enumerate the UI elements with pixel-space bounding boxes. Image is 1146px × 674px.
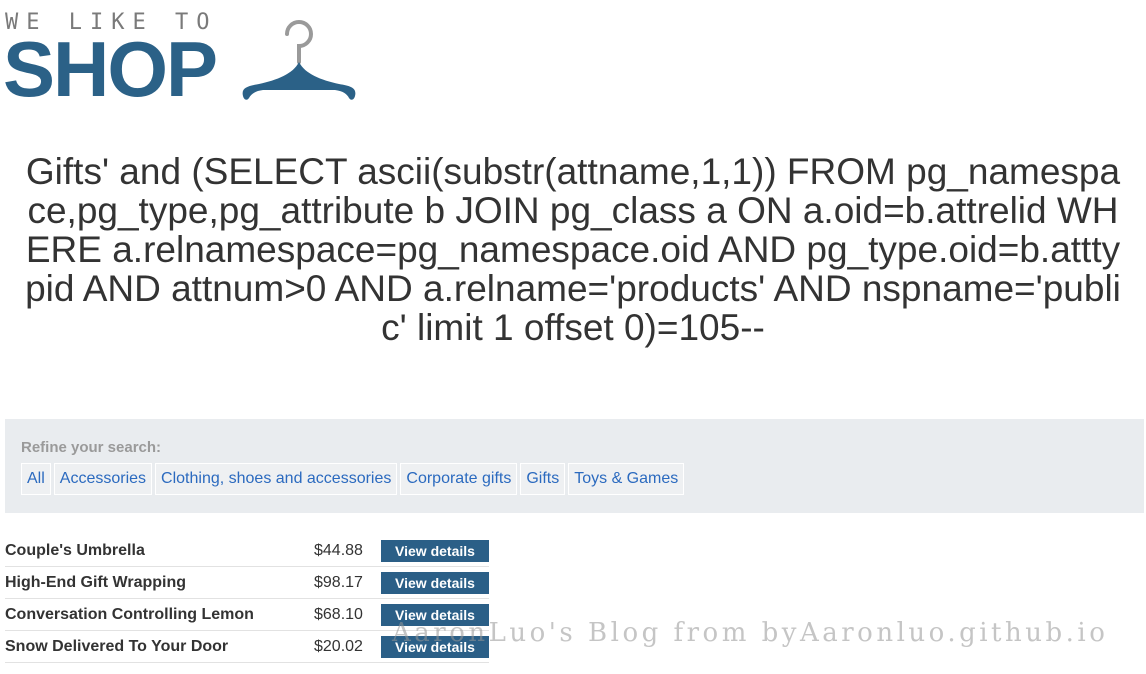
filter-panel: Refine your search: All Accessories Clot… [5, 419, 1144, 513]
clothes-hanger-icon [242, 20, 356, 100]
table-row: Snow Delivered To Your Door $20.02 View … [5, 631, 489, 663]
product-name: Couple's Umbrella [5, 541, 145, 559]
site-logo[interactable]: WE LIKE TO SHOP [3, 8, 365, 113]
watermark-text: AaronLuo's Blog from byAaronluo.github.i… [392, 618, 1109, 648]
logo-wordmark: SHOP [3, 25, 218, 113]
product-name: High-End Gift Wrapping [5, 573, 187, 591]
table-row: Couple's Umbrella $44.88 View details [5, 535, 489, 567]
product-table: Couple's Umbrella $44.88 View details Hi… [5, 535, 489, 663]
filter-link-gifts[interactable]: Gifts [520, 463, 566, 495]
filter-link-clothing[interactable]: Clothing, shoes and accessories [155, 463, 398, 495]
table-row: Conversation Controlling Lemon $68.10 Vi… [5, 599, 489, 631]
view-details-button[interactable]: View details [381, 539, 489, 562]
category-filter-list: All Accessories Clothing, shoes and acce… [21, 463, 685, 495]
product-price: $68.10 [314, 605, 363, 623]
product-name: Conversation Controlling Lemon [5, 605, 254, 623]
filter-heading: Refine your search: [21, 439, 162, 456]
product-price: $44.88 [314, 541, 363, 559]
product-name: Snow Delivered To Your Door [5, 637, 229, 655]
page-title: Gifts' and (SELECT ascii(substr(attname,… [25, 151, 1121, 348]
view-details-button[interactable]: View details [381, 635, 489, 658]
product-price: $98.17 [314, 573, 363, 591]
filter-link-corporate-gifts[interactable]: Corporate gifts [400, 463, 518, 495]
filter-link-toys-games[interactable]: Toys & Games [568, 463, 685, 495]
view-details-button[interactable]: View details [381, 571, 489, 594]
view-details-button[interactable]: View details [381, 603, 489, 626]
filter-link-accessories[interactable]: Accessories [53, 463, 153, 495]
product-price: $20.02 [314, 637, 363, 655]
table-row: High-End Gift Wrapping $98.17 View detai… [5, 567, 489, 599]
filter-link-all[interactable]: All [21, 463, 51, 495]
